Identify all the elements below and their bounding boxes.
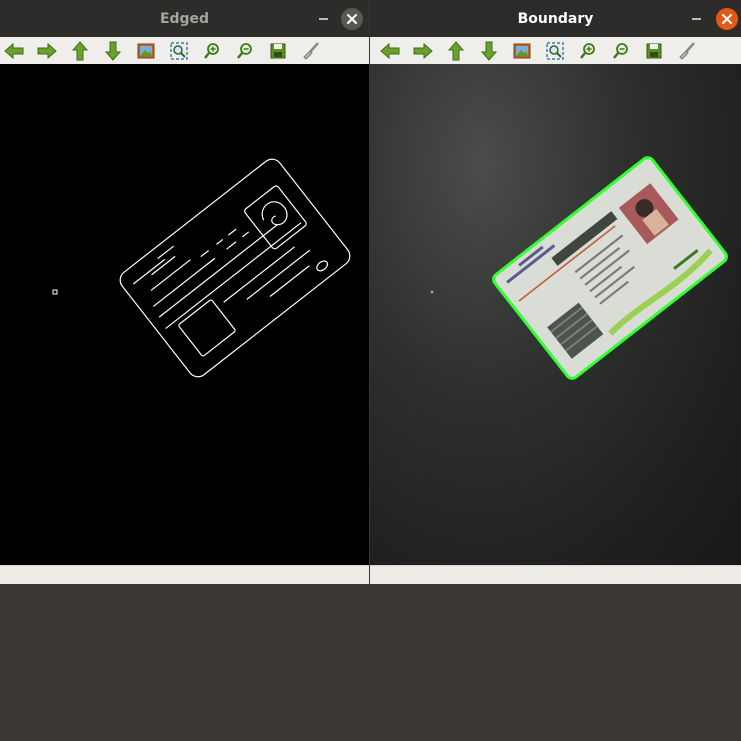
- close-button[interactable]: [716, 8, 738, 30]
- minimize-icon[interactable]: [319, 18, 328, 20]
- zoom-fit-icon[interactable]: [544, 40, 566, 62]
- image-icon[interactable]: [511, 40, 533, 62]
- titlebar[interactable]: Boundary: [370, 0, 741, 38]
- arrow-down-icon[interactable]: [478, 40, 500, 62]
- boundary-photo-image: [430, 156, 728, 380]
- toolbar: [0, 37, 369, 64]
- arrow-left-icon[interactable]: [3, 40, 25, 62]
- arrow-up-icon[interactable]: [69, 40, 91, 62]
- close-button[interactable]: [341, 8, 363, 30]
- status-bar: [0, 565, 369, 584]
- toolbar: [370, 37, 741, 64]
- brush-icon[interactable]: [676, 40, 698, 62]
- close-icon: [347, 14, 357, 24]
- image-icon[interactable]: [135, 40, 157, 62]
- titlebar[interactable]: Edged: [0, 0, 369, 38]
- save-icon[interactable]: [643, 40, 665, 62]
- status-bar: [370, 565, 741, 584]
- window-title: Edged: [159, 11, 210, 27]
- image-canvas[interactable]: [370, 64, 741, 565]
- edged-window: Edged: [0, 0, 369, 584]
- arrow-left-icon[interactable]: [379, 40, 401, 62]
- zoom-out-icon[interactable]: [610, 40, 632, 62]
- zoom-fit-icon[interactable]: [168, 40, 190, 62]
- zoom-out-icon[interactable]: [234, 40, 256, 62]
- boundary-window: Boundary: [370, 0, 741, 584]
- close-icon: [722, 14, 732, 24]
- brush-icon[interactable]: [300, 40, 322, 62]
- zoom-in-icon[interactable]: [577, 40, 599, 62]
- arrow-down-icon[interactable]: [102, 40, 124, 62]
- zoom-in-icon[interactable]: [201, 40, 223, 62]
- minimize-icon[interactable]: [692, 18, 701, 20]
- arrow-right-icon[interactable]: [36, 40, 58, 62]
- image-canvas[interactable]: [0, 64, 369, 565]
- arrow-up-icon[interactable]: [445, 40, 467, 62]
- arrow-right-icon[interactable]: [412, 40, 434, 62]
- edge-map-image: [52, 158, 351, 378]
- window-title: Boundary: [517, 11, 594, 27]
- save-icon[interactable]: [267, 40, 289, 62]
